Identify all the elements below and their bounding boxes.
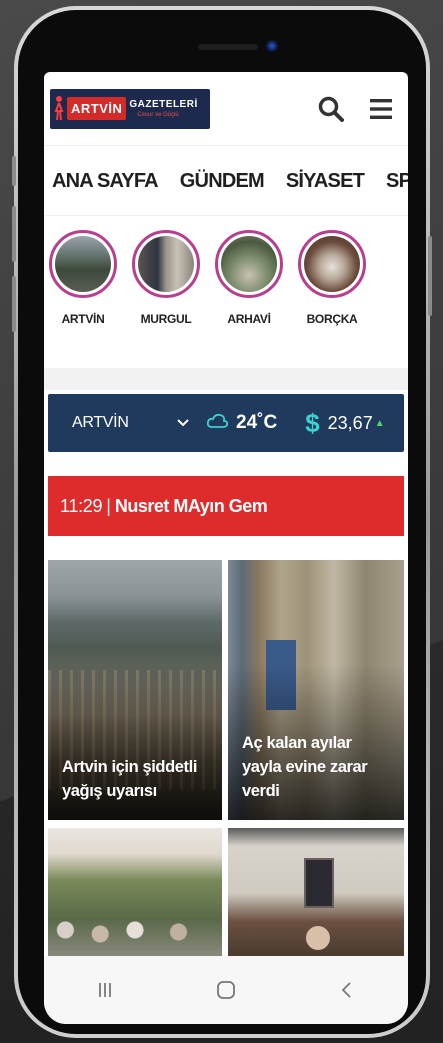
phone-bezel: ARTVİN GAZETELERİ Cesur ve Güçlü ANA SAY… <box>18 10 426 1034</box>
story-label: ARTVİN <box>61 312 105 326</box>
speaker-grille <box>198 44 258 50</box>
story-label: MURGUL <box>140 312 192 326</box>
nav-item-spor[interactable]: SPOR <box>386 170 408 193</box>
story-label: BORÇKA <box>306 312 358 326</box>
story-ring <box>298 230 366 298</box>
volume-up-button <box>12 206 16 262</box>
logo-text: GAZETELERİ Cesur ve Güçlü <box>129 98 198 118</box>
power-button <box>428 236 432 316</box>
story-ring <box>49 230 117 298</box>
screen: ARTVİN GAZETELERİ Cesur ve Güçlü ANA SAY… <box>44 72 408 1024</box>
story-image <box>138 236 194 292</box>
recent-apps-icon[interactable] <box>85 970 125 1010</box>
news-card[interactable]: Artvin için şiddetli yağış uyarısı <box>48 560 222 820</box>
news-image-frame <box>304 858 334 908</box>
story-murgul[interactable]: MURGUL <box>131 230 201 368</box>
breaking-title: Nusret MAyın Gem <box>114 495 268 516</box>
story-arhavi[interactable]: ARHAVİ <box>214 230 284 368</box>
story-borcka[interactable]: BORÇKA <box>297 230 367 368</box>
logo-name: GAZETELERİ <box>129 98 198 110</box>
breaking-time: 11:29 <box>60 495 103 516</box>
story-ring <box>132 230 200 298</box>
currency-rate: 23,67 <box>327 412 373 433</box>
story-image <box>55 236 111 292</box>
story-image <box>304 236 360 292</box>
mute-switch <box>12 156 16 186</box>
news-card[interactable] <box>48 828 222 958</box>
cloud-sun-icon <box>206 412 232 435</box>
news-card-title: Artvin için şiddetli yağış uyarısı <box>62 758 198 801</box>
header-actions <box>316 94 396 124</box>
back-icon[interactable] <box>327 970 367 1010</box>
news-image-person <box>306 926 330 950</box>
site-header: ARTVİN GAZETELERİ Cesur ve Güçlü <box>44 72 408 146</box>
front-camera-icon <box>266 40 278 52</box>
news-card-title: Aç kalan ayılar yayla evine zarar verdi <box>242 734 368 801</box>
dollar-icon: $ <box>305 407 320 438</box>
story-image <box>221 236 277 292</box>
site-logo[interactable]: ARTVİN GAZETELERİ Cesur ve Güçlü <box>50 88 210 129</box>
story-label: ARHAVİ <box>227 312 271 326</box>
news-image-people <box>48 918 222 958</box>
logo-tagline: Cesur ve Güçlü <box>137 111 179 118</box>
logo-brand: ARTVİN <box>67 97 127 120</box>
breaking-news-ticker[interactable]: 11:29 | Nusret MAyın Gem <box>48 476 404 536</box>
logo-figure-icon <box>54 95 64 123</box>
nav-item-ana-sayfa[interactable]: ANA SAYFA <box>52 170 159 193</box>
story-list: ARTVİN MURGUL ARHAVİ BORÇKA <box>44 216 408 368</box>
breaking-separator: | <box>106 495 111 516</box>
main-nav: ANA SAYFA GÜNDEM SİYASET SPOR <box>44 148 408 216</box>
story-artvin[interactable]: ARTVİN <box>48 230 118 368</box>
news-card[interactable] <box>228 828 404 958</box>
news-card[interactable]: Aç kalan ayılar yayla evine zarar verdi <box>228 560 404 820</box>
system-nav-bar <box>44 956 408 1024</box>
phone-frame: ARTVİN GAZETELERİ Cesur ve Güçlü ANA SAY… <box>12 6 432 1038</box>
nav-item-siyaset[interactable]: SİYASET <box>286 170 365 193</box>
city-select[interactable]: ARTVİN <box>72 414 176 432</box>
search-icon[interactable] <box>316 94 346 124</box>
section-divider <box>44 368 408 390</box>
weather-currency-bar: ARTVİN 24˚C $ 23,67 ▲ <box>48 394 404 452</box>
up-arrow-icon: ▲ <box>374 417 385 429</box>
nav-item-gundem[interactable]: GÜNDEM <box>180 170 265 193</box>
hamburger-menu-icon[interactable] <box>366 94 396 124</box>
chevron-down-icon[interactable] <box>176 415 206 431</box>
story-ring <box>215 230 283 298</box>
volume-down-button <box>12 276 16 332</box>
home-icon[interactable] <box>206 970 246 1010</box>
temperature: 24˚C <box>236 412 278 433</box>
